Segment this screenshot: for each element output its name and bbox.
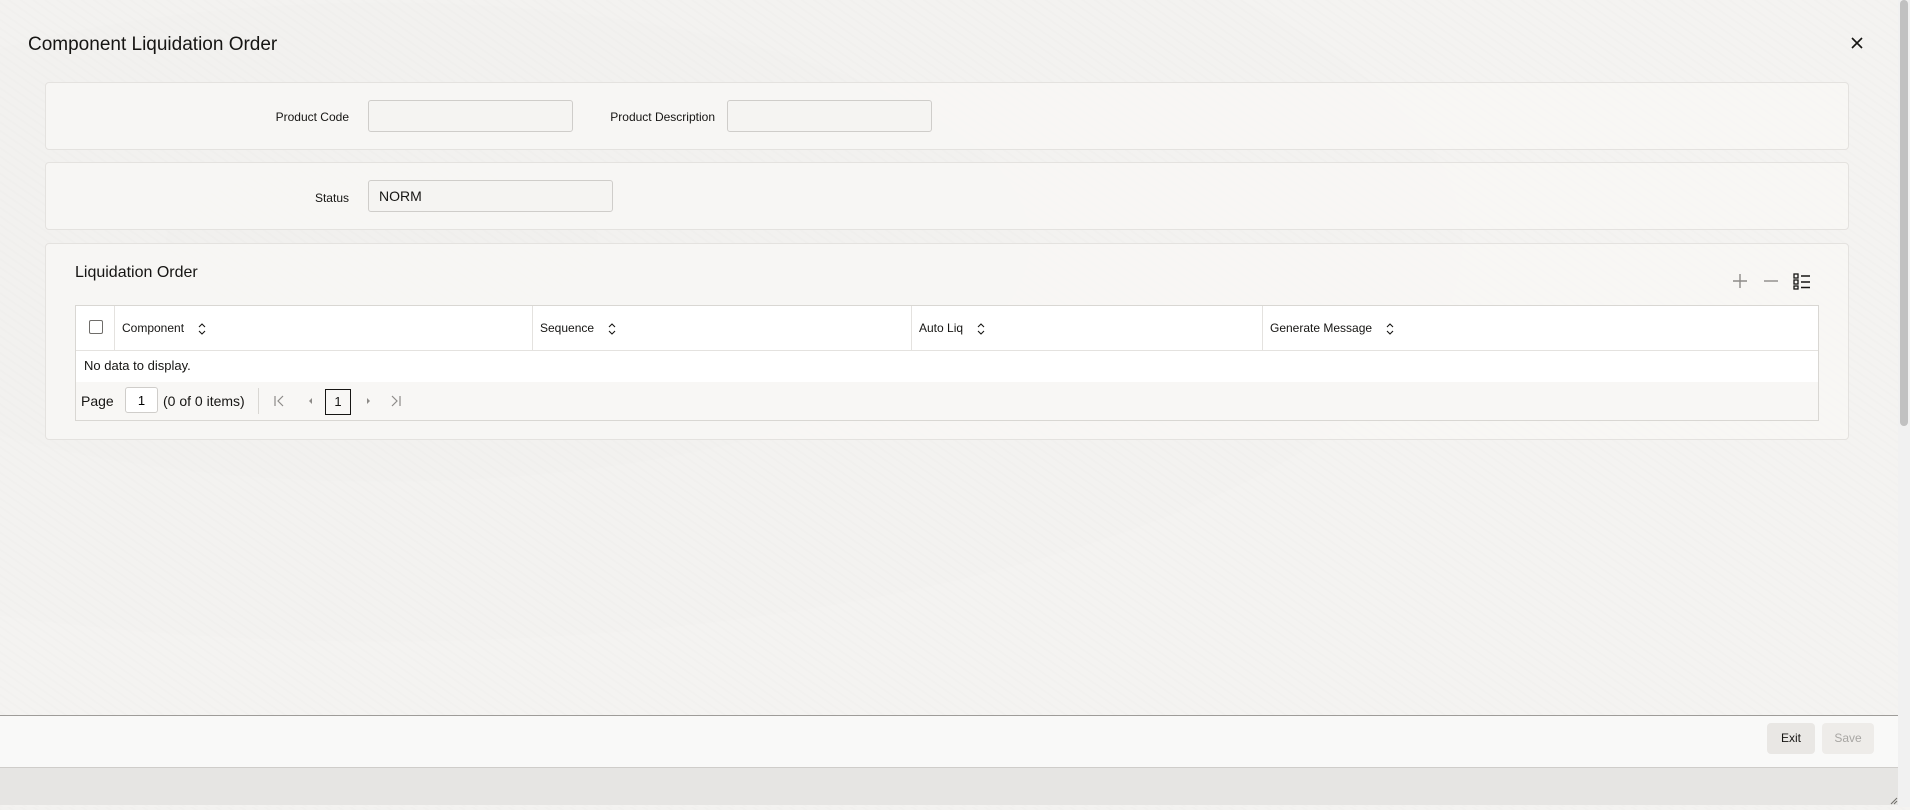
select-all-checkbox[interactable] xyxy=(89,320,103,334)
empty-table-message: No data to display. xyxy=(84,358,191,373)
column-header-generate-message[interactable]: Generate Message xyxy=(1262,306,1818,350)
status-label: Status xyxy=(314,191,349,205)
save-button[interactable]: Save xyxy=(1822,723,1874,754)
exit-button[interactable]: Exit xyxy=(1767,723,1815,754)
page-number-input[interactable] xyxy=(125,387,158,413)
dialog: Component Liquidation Order Product Code… xyxy=(0,0,1898,807)
sort-icon xyxy=(609,323,616,335)
dialog-footer xyxy=(0,716,1898,767)
single-record-view-icon xyxy=(1793,273,1810,290)
liquidation-order-table: Component Sequence Auto Liq Generate Mes… xyxy=(75,305,1819,421)
table-header: Component Sequence Auto Liq Generate Mes… xyxy=(76,306,1818,351)
product-panel: Product Code Product Description xyxy=(45,82,1849,150)
current-page-button[interactable]: 1 xyxy=(325,389,351,415)
status-panel: Status xyxy=(45,162,1849,230)
sort-icon xyxy=(1387,323,1394,335)
column-header-component[interactable]: Component xyxy=(114,306,532,350)
add-row-button[interactable] xyxy=(1729,270,1751,292)
resize-grip-icon xyxy=(1890,797,1898,805)
product-code-label: Product Code xyxy=(275,110,349,124)
remove-icon xyxy=(1764,280,1778,282)
remove-row-button[interactable] xyxy=(1760,270,1782,292)
item-count: (0 of 0 items) xyxy=(163,393,245,409)
dialog-title: Component Liquidation Order xyxy=(28,34,278,55)
product-description-label: Product Description xyxy=(610,110,715,124)
next-page-icon xyxy=(367,398,370,404)
add-icon xyxy=(1733,274,1747,288)
status-bar xyxy=(0,767,1898,805)
sort-icon xyxy=(978,323,985,335)
next-page-button[interactable] xyxy=(361,393,377,409)
column-header-label: Generate Message xyxy=(1270,321,1373,335)
page-label: Page xyxy=(81,393,114,409)
previous-page-icon xyxy=(309,398,312,404)
previous-page-button[interactable] xyxy=(302,393,318,409)
liquidation-order-panel: Liquidation Order Component Sequence Aut… xyxy=(45,243,1849,440)
column-header-auto-liq[interactable]: Auto Liq xyxy=(911,306,1262,350)
column-header-label: Auto Liq xyxy=(919,321,964,335)
column-header-sequence[interactable]: Sequence xyxy=(532,306,911,350)
first-page-icon xyxy=(274,395,284,407)
resize-handle[interactable] xyxy=(1890,792,1898,805)
status-field[interactable] xyxy=(368,180,613,212)
close-icon xyxy=(1851,37,1863,49)
vertical-scrollbar[interactable] xyxy=(1898,0,1910,807)
close-button[interactable] xyxy=(1846,32,1868,54)
product-description-field[interactable] xyxy=(727,100,932,132)
last-page-button[interactable] xyxy=(388,393,404,409)
first-page-button[interactable] xyxy=(271,393,287,409)
scrollbar-thumb[interactable] xyxy=(1900,0,1908,426)
liquidation-order-title: Liquidation Order xyxy=(75,264,198,281)
last-page-icon xyxy=(391,395,401,407)
sort-icon xyxy=(199,323,206,335)
pagination-bar: Page (0 of 0 items) 1 xyxy=(76,382,1818,420)
single-record-view-button[interactable] xyxy=(1791,270,1813,292)
pagination-divider xyxy=(258,388,259,414)
product-code-field[interactable] xyxy=(368,100,573,132)
column-header-label: Component xyxy=(122,321,185,335)
column-header-label: Sequence xyxy=(540,321,595,335)
